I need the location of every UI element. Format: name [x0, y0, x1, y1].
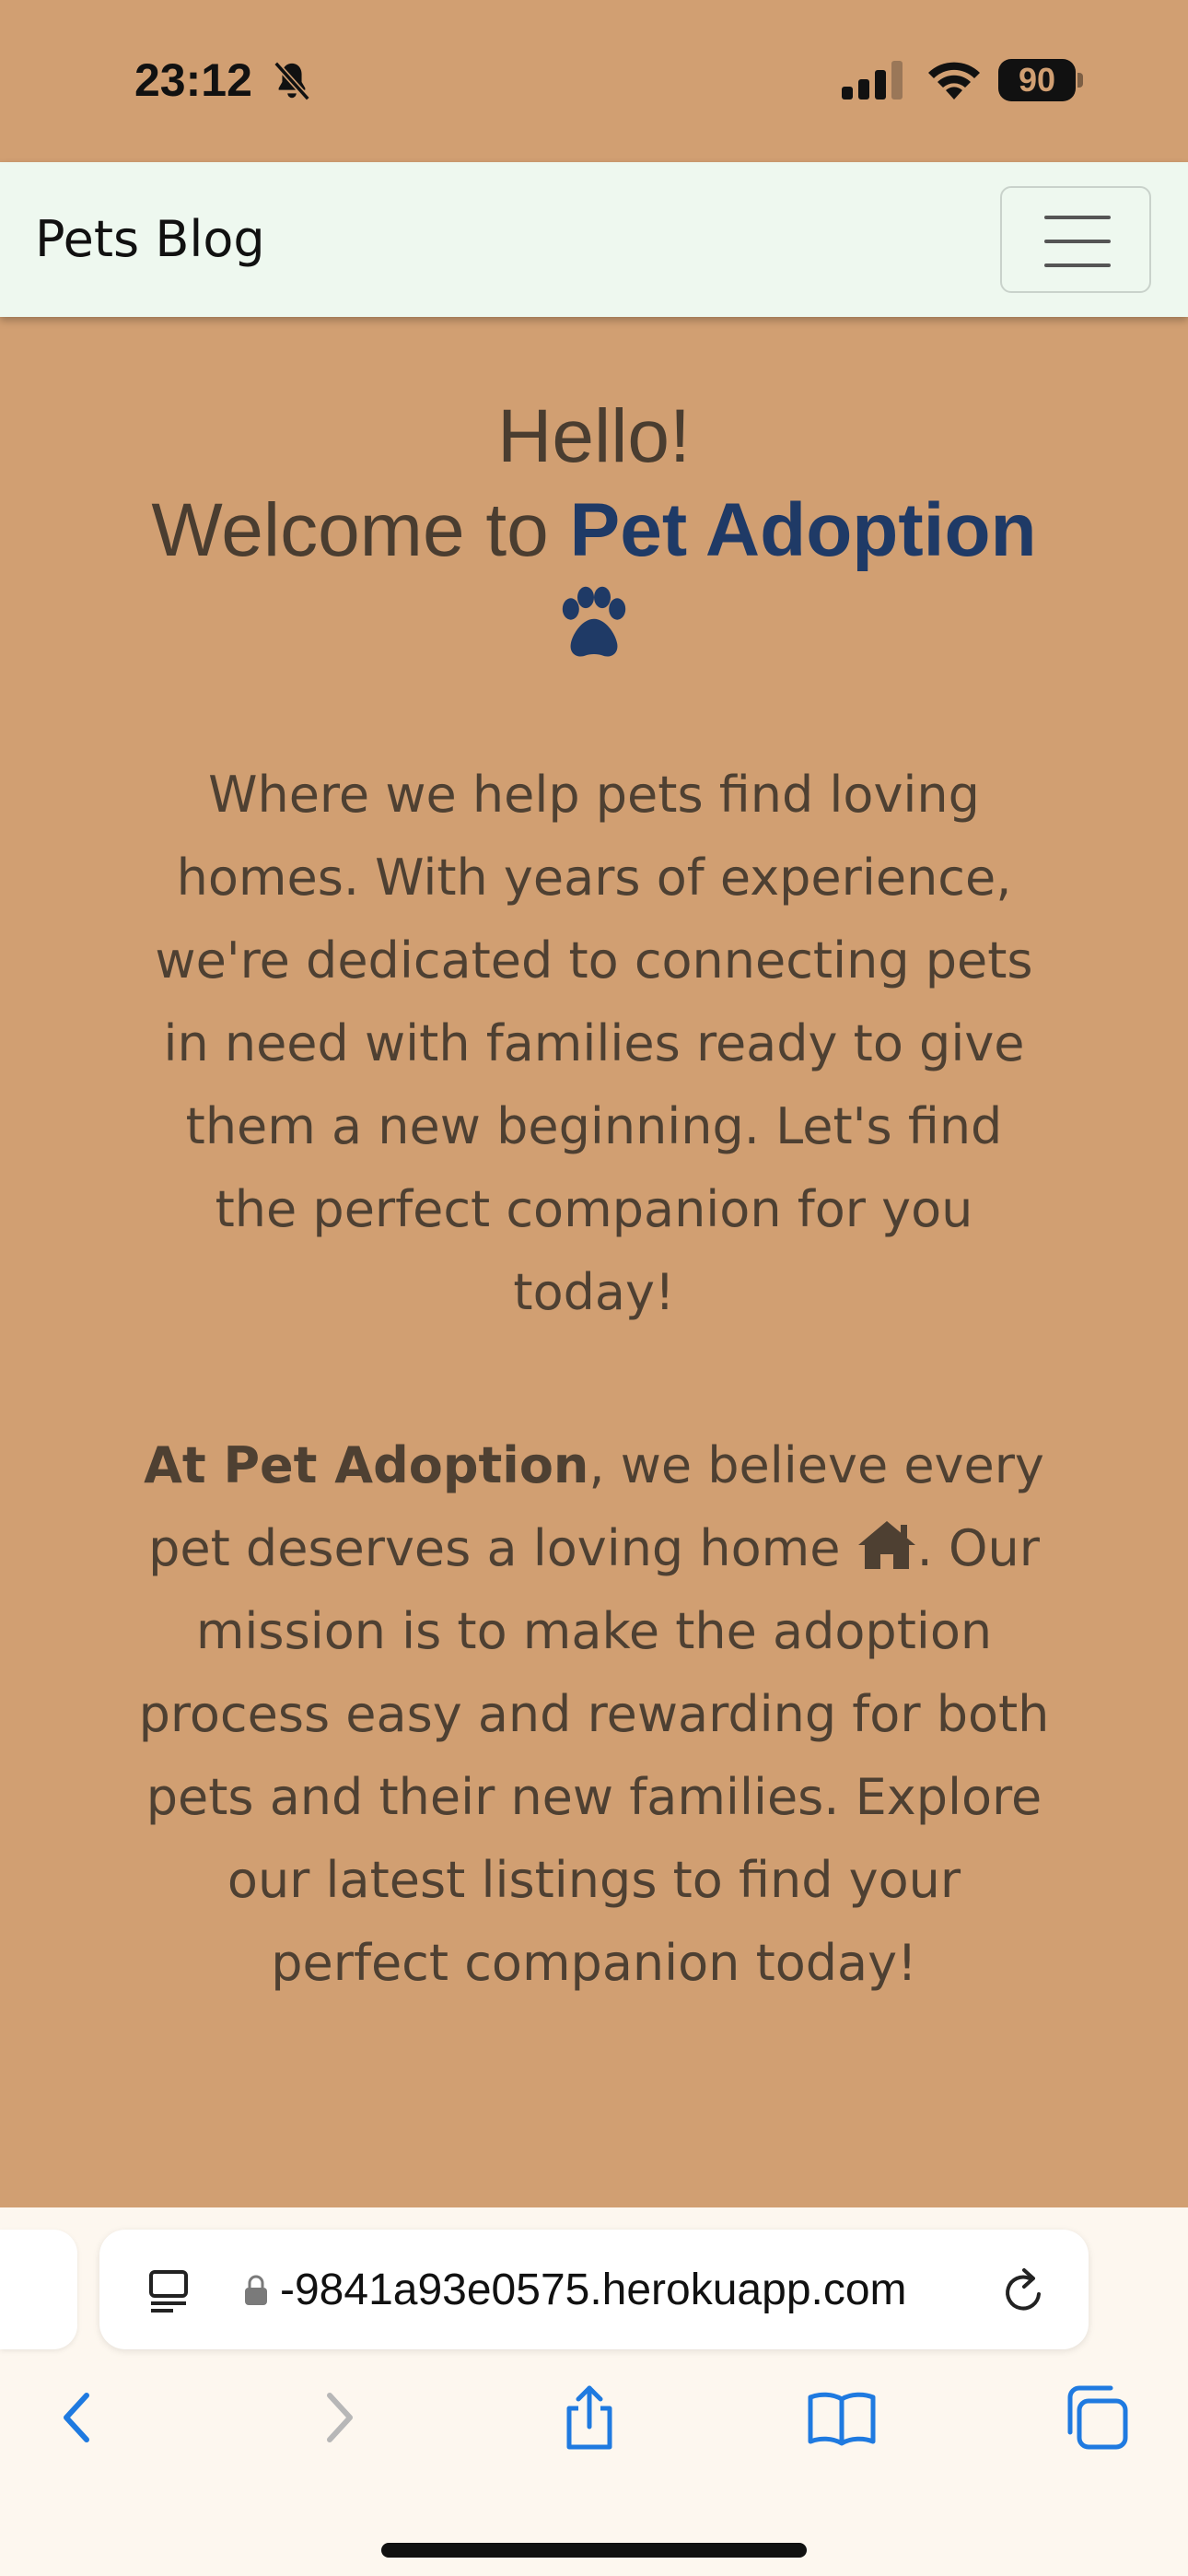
wifi-icon [928, 62, 980, 100]
bookmarks-icon[interactable] [805, 2381, 879, 2454]
mission-paragraph: At Pet Adoption, we believe every pet de… [138, 1424, 1050, 2005]
status-bar: 23:12 90 [0, 0, 1188, 162]
hero-greeting: Hello! [497, 394, 691, 478]
navbar-toggle-button[interactable] [1000, 186, 1151, 293]
battery-level: 90 [1018, 61, 1056, 99]
intro-paragraph: Where we help pets find loving homes. Wi… [155, 766, 1033, 1321]
paw-icon [562, 586, 626, 657]
back-icon[interactable] [42, 2381, 116, 2454]
mission-text-part2: . Our mission is to make the adoption pr… [138, 1519, 1050, 1992]
mission-brand: At Pet Adoption [144, 1436, 589, 1494]
reload-icon[interactable] [1000, 2266, 1048, 2316]
browser-chrome: -9841a93e0575.herokuapp.com [0, 2207, 1188, 2576]
welcome-prefix: Welcome to [151, 488, 570, 572]
home-indicator[interactable] [381, 2543, 807, 2558]
address-bar[interactable]: -9841a93e0575.herokuapp.com [99, 2230, 1089, 2349]
reader-icon[interactable] [147, 2266, 190, 2316]
hamburger-icon [1044, 216, 1111, 219]
forward-icon[interactable] [300, 2381, 374, 2454]
hero-welcome: Welcome to Pet Adoption [0, 485, 1188, 577]
signal-icon [842, 61, 903, 100]
navbar: Pets Blog [0, 162, 1188, 317]
battery-icon: 90 [998, 59, 1083, 101]
status-time: 23:12 [134, 54, 252, 106]
navbar-brand[interactable]: Pets Blog [35, 210, 265, 268]
lock-icon [245, 2275, 267, 2305]
previous-tab-preview[interactable] [0, 2230, 77, 2349]
tabs-icon[interactable] [1059, 2381, 1133, 2454]
bell-slash-icon [274, 61, 310, 101]
welcome-brand: Pet Adoption [569, 488, 1037, 572]
home-icon [857, 1521, 915, 1569]
url-text[interactable]: -9841a93e0575.herokuapp.com [280, 2265, 907, 2315]
share-icon[interactable] [553, 2381, 626, 2454]
